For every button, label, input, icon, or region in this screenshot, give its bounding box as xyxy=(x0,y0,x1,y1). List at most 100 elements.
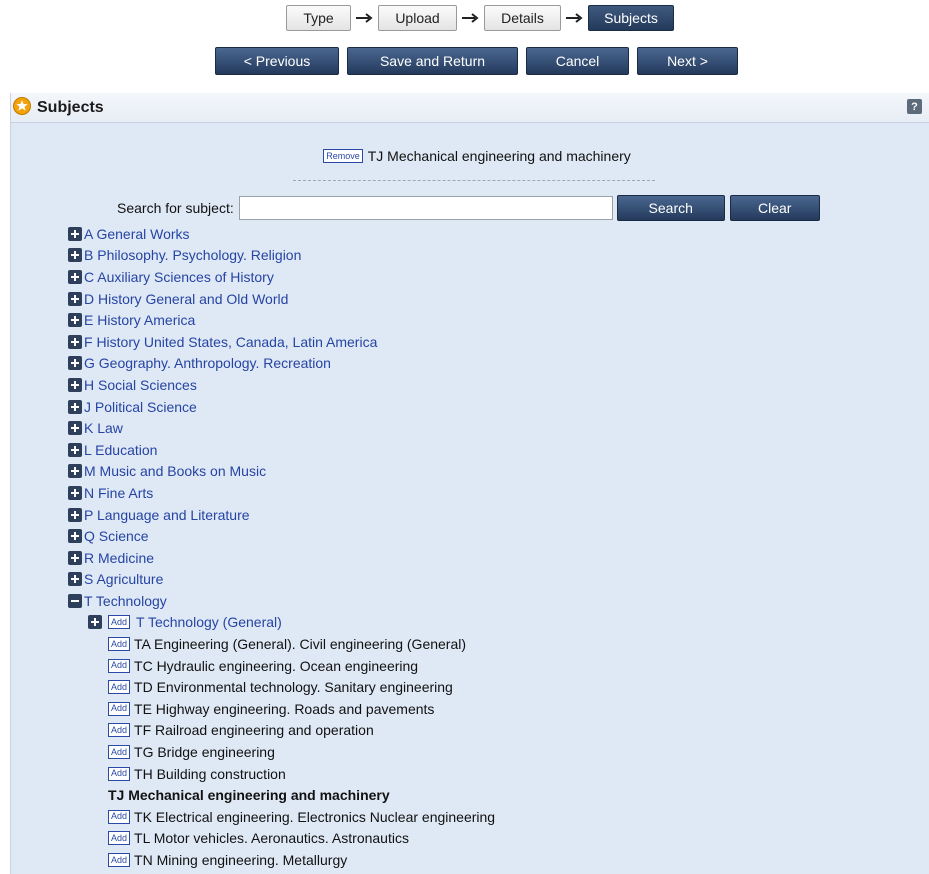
step-subjects-button[interactable]: Subjects xyxy=(588,5,674,31)
tree-item-label[interactable]: M Music and Books on Music xyxy=(84,464,266,478)
tree-item-label[interactable]: A General Works xyxy=(84,227,190,241)
tree-child-item: Add TG Bridge engineering xyxy=(68,741,908,763)
tree-child-label: TN Mining engineering. Metallurgy xyxy=(134,852,348,869)
add-subject-button[interactable]: Add xyxy=(108,745,131,760)
tree-item-label[interactable]: T Technology xyxy=(84,594,167,608)
add-subject-button[interactable]: Add xyxy=(108,658,131,673)
tree-child-label[interactable]: T Technology (General) xyxy=(136,615,282,629)
tree-child-item-selected: TJ Mechanical engineering and machinery xyxy=(68,784,908,806)
next-button[interactable]: Next > xyxy=(637,47,738,75)
expand-plus-icon[interactable] xyxy=(68,313,82,328)
arrow-right-icon xyxy=(351,5,378,31)
tree-child-item: Add TA Engineering (General). Civil engin… xyxy=(68,633,908,655)
expand-plus-icon[interactable] xyxy=(68,572,82,587)
panel-title: Subjects xyxy=(37,98,104,116)
tree-child-label: TF Railroad engineering and operation xyxy=(134,722,374,739)
selected-subject-row: Remove TJ Mechanical engineering and mac… xyxy=(11,148,929,164)
tree-item-label[interactable]: F History United States, Canada, Latin A… xyxy=(84,335,377,349)
tree-item-label[interactable]: R Medicine xyxy=(84,551,154,565)
subject-tree: A General Works B Philosophy. Psychology… xyxy=(68,223,908,871)
tree-child-label: TL Motor vehicles. Aeronautics. Astronau… xyxy=(134,830,409,847)
tree-item-label[interactable]: L Education xyxy=(84,443,157,457)
expand-plus-icon[interactable] xyxy=(68,464,82,479)
tree-item: C Auxiliary Sciences of History xyxy=(68,266,908,288)
cancel-button[interactable]: Cancel xyxy=(526,47,629,75)
expand-plus-icon[interactable] xyxy=(68,485,82,500)
help-icon[interactable]: ? xyxy=(907,99,922,114)
tree-item-label[interactable]: C Auxiliary Sciences of History xyxy=(84,270,274,284)
tree-item-label[interactable]: D History General and Old World xyxy=(84,292,288,306)
remove-subject-button[interactable]: Remove xyxy=(323,149,363,163)
arrow-right-icon xyxy=(561,5,588,31)
expand-plus-icon[interactable] xyxy=(68,334,82,349)
arrow-right-icon xyxy=(457,5,484,31)
expand-plus-icon[interactable] xyxy=(68,550,82,565)
tree-child-item: Add TE Highway engineering. Roads and pav… xyxy=(68,698,908,720)
tree-item-label[interactable]: S Agriculture xyxy=(84,572,163,586)
divider xyxy=(293,180,655,181)
tree-item-label[interactable]: N Fine Arts xyxy=(84,486,153,500)
tree-child-item: Add TH Building construction xyxy=(68,763,908,785)
tree-item-label[interactable]: H Social Sciences xyxy=(84,378,197,392)
step-type-button[interactable]: Type xyxy=(286,5,351,31)
add-subject-button[interactable]: Add xyxy=(108,853,131,868)
search-button[interactable]: Search xyxy=(616,195,725,221)
expand-plus-icon[interactable] xyxy=(68,377,82,392)
tree-item: N Fine Arts xyxy=(68,482,908,504)
collapse-minus-icon[interactable] xyxy=(68,593,82,608)
subjects-panel: Subjects ? Remove TJ Mechanical engineer… xyxy=(10,93,929,874)
step-upload-button[interactable]: Upload xyxy=(378,5,457,31)
expand-plus-icon[interactable] xyxy=(88,615,102,630)
add-subject-button[interactable]: Add xyxy=(108,615,131,630)
tree-item-label[interactable]: B Philosophy. Psychology. Religion xyxy=(84,248,301,262)
tree-item: S Agriculture xyxy=(68,569,908,591)
tree-child-label: TH Building construction xyxy=(134,765,286,782)
expand-plus-icon[interactable] xyxy=(68,529,82,544)
panel-header: Subjects ? xyxy=(11,93,929,123)
add-subject-button[interactable]: Add xyxy=(108,831,131,846)
search-input[interactable] xyxy=(238,196,613,220)
tree-child-label: TK Electrical engineering. Electronics N… xyxy=(134,808,496,825)
tree-child-item: Add TF Railroad engineering and operation xyxy=(68,720,908,742)
tree-child-item: Add T Technology (General) xyxy=(68,612,908,634)
current-subject-label: TJ Mechanical engineering and machinery xyxy=(108,787,390,804)
workflow-steps: Type Upload Details Subjects xyxy=(286,5,674,31)
tree-item-label[interactable]: P Language and Literature xyxy=(84,508,250,522)
tree-item: A General Works xyxy=(68,223,908,245)
add-subject-button[interactable]: Add xyxy=(108,723,131,738)
tree-item: R Medicine xyxy=(68,547,908,569)
tree-item: M Music and Books on Music xyxy=(68,461,908,483)
tree-child-label: TA Engineering (General). Civil engineer… xyxy=(134,636,467,653)
expand-plus-icon[interactable] xyxy=(68,291,82,306)
action-bar: < Previous Save and Return Cancel Next > xyxy=(215,47,738,75)
clear-button[interactable]: Clear xyxy=(729,195,820,221)
tree-item-label[interactable]: Q Science xyxy=(84,529,149,543)
selected-subject-label: TJ Mechanical engineering and machinery xyxy=(367,148,631,164)
expand-plus-icon[interactable] xyxy=(68,226,82,241)
add-subject-button[interactable]: Add xyxy=(108,637,131,652)
tree-item-expanded: T Technology xyxy=(68,590,908,612)
add-subject-button[interactable]: Add xyxy=(108,809,131,824)
tree-child-label: TE Highway engineering. Roads and paveme… xyxy=(134,700,435,717)
tree-item-label[interactable]: J Political Science xyxy=(84,400,197,414)
step-details-button[interactable]: Details xyxy=(484,5,561,31)
tree-item-label[interactable]: K Law xyxy=(84,421,123,435)
expand-plus-icon[interactable] xyxy=(68,269,82,284)
expand-plus-icon[interactable] xyxy=(68,356,82,371)
tree-child-item: Add TK Electrical engineering. Electronic… xyxy=(68,806,908,828)
expand-plus-icon[interactable] xyxy=(68,399,82,414)
star-icon xyxy=(13,97,31,118)
save-and-return-button[interactable]: Save and Return xyxy=(347,47,518,75)
previous-button[interactable]: < Previous xyxy=(215,47,339,75)
tree-item-label[interactable]: G Geography. Anthropology. Recreation xyxy=(84,356,331,370)
add-subject-button[interactable]: Add xyxy=(108,701,131,716)
tree-item: G Geography. Anthropology. Recreation xyxy=(68,353,908,375)
expand-plus-icon[interactable] xyxy=(68,421,82,436)
tree-child-label: TC Hydraulic engineering. Ocean engineer… xyxy=(134,657,419,674)
tree-item-label[interactable]: E History America xyxy=(84,313,195,327)
expand-plus-icon[interactable] xyxy=(68,507,82,522)
add-subject-button[interactable]: Add xyxy=(108,680,131,695)
expand-plus-icon[interactable] xyxy=(68,248,82,263)
add-subject-button[interactable]: Add xyxy=(108,766,131,781)
expand-plus-icon[interactable] xyxy=(68,442,82,457)
